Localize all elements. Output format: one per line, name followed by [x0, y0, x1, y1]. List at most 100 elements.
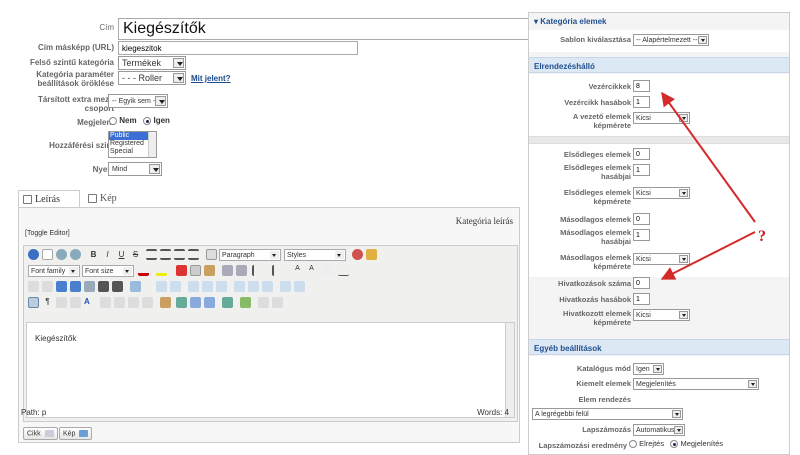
lead-img-select[interactable]: Kicsi: [633, 112, 690, 124]
split-cells-icon[interactable]: [280, 281, 291, 292]
numbered-list-icon[interactable]: [272, 265, 283, 276]
charmap-icon[interactable]: [322, 265, 333, 276]
lead-items-input[interactable]: [633, 80, 650, 92]
styles-select[interactable]: Styles: [284, 249, 346, 261]
what-does-it-mean-link[interactable]: Mit jelent?: [191, 74, 231, 83]
access-listbox[interactable]: Public Registered Special: [108, 131, 157, 158]
search-icon[interactable]: [98, 281, 109, 292]
ordering-select[interactable]: A legrégebbi felül: [532, 408, 683, 420]
row-props-icon[interactable]: [156, 281, 167, 292]
pagebreak-icon[interactable]: [272, 297, 283, 308]
links-img-select[interactable]: Kicsi: [633, 309, 690, 321]
primary-img-select[interactable]: Kicsi: [633, 187, 690, 199]
format-select[interactable]: Paragraph: [219, 249, 281, 261]
paste-word-icon[interactable]: [236, 265, 247, 276]
brush-icon[interactable]: [366, 249, 377, 260]
primary-items-input[interactable]: [633, 148, 650, 160]
delete-col-icon[interactable]: [262, 281, 273, 292]
font-size-select[interactable]: Font size: [82, 265, 134, 277]
catalog-mode-select[interactable]: Igen: [633, 363, 664, 375]
scrollbar[interactable]: [148, 132, 156, 157]
layer-icon[interactable]: [160, 297, 171, 308]
cite-icon[interactable]: [128, 297, 139, 308]
pagination-select[interactable]: Automatikus: [633, 424, 685, 436]
alias-input[interactable]: [118, 41, 358, 55]
redo-icon[interactable]: [70, 249, 81, 260]
print-icon[interactable]: [84, 281, 95, 292]
toggle-editor-link[interactable]: [Toggle Editor]: [25, 230, 70, 237]
fullscreen-icon[interactable]: [56, 281, 67, 292]
font-family-select[interactable]: Font family: [28, 265, 80, 277]
published-no-radio[interactable]: [109, 116, 117, 125]
help-icon[interactable]: [28, 249, 39, 260]
image-button[interactable]: Kép: [59, 427, 93, 440]
secondary-cols-input[interactable]: [633, 229, 650, 241]
template-select[interactable]: -- Alapértelmezett --: [633, 34, 709, 46]
abbr-icon[interactable]: A: [84, 297, 95, 308]
cleanup-icon[interactable]: [352, 249, 363, 260]
paste-text-icon[interactable]: [222, 265, 233, 276]
image-insert-icon[interactable]: [70, 297, 81, 308]
bold-button[interactable]: B: [88, 249, 99, 260]
align-center-icon[interactable]: [160, 249, 171, 260]
underline-button[interactable]: U: [116, 249, 127, 260]
italic-button[interactable]: I: [102, 249, 113, 260]
tab-image[interactable]: Kép: [84, 190, 124, 207]
pilcrow-icon[interactable]: ¶: [42, 297, 53, 308]
horizontal-rule-icon[interactable]: [338, 265, 349, 276]
featured-select[interactable]: Megjelenítés: [633, 378, 759, 390]
paste-icon[interactable]: [204, 265, 215, 276]
secondary-img-select[interactable]: Kicsi: [633, 253, 690, 265]
merge-cells-icon[interactable]: [294, 281, 305, 292]
parent-select[interactable]: Termékek: [118, 56, 186, 70]
strikethrough-button[interactable]: S: [130, 249, 141, 260]
param-inherit-select[interactable]: - - - Roller: [118, 71, 186, 85]
anchor-icon[interactable]: [176, 297, 187, 308]
replace-icon[interactable]: [112, 281, 123, 292]
pag-results-hide-radio[interactable]: [629, 440, 637, 449]
scrollbar[interactable]: [505, 323, 514, 417]
del-icon[interactable]: [114, 297, 125, 308]
align-justify-icon[interactable]: [188, 249, 199, 260]
link-icon[interactable]: [190, 297, 201, 308]
extra-group-select[interactable]: -- Egyik sem --: [108, 94, 168, 108]
paragraph-mark-icon[interactable]: [28, 281, 39, 292]
readmore-icon[interactable]: [258, 297, 269, 308]
ins-icon[interactable]: [100, 297, 111, 308]
links-input[interactable]: [633, 277, 650, 289]
align-right-icon[interactable]: [174, 249, 185, 260]
links-cols-input[interactable]: [633, 293, 650, 305]
highlight-color-icon[interactable]: [156, 265, 167, 276]
col-before-icon[interactable]: [234, 281, 245, 292]
editor-content[interactable]: Kiegészítők: [26, 322, 515, 418]
subscript-icon[interactable]: A: [292, 265, 303, 276]
spellcheck-icon[interactable]: [240, 297, 251, 308]
col-after-icon[interactable]: [248, 281, 259, 292]
cut-icon[interactable]: [176, 265, 187, 276]
blockquote-icon[interactable]: [206, 249, 217, 260]
published-yes-radio[interactable]: [143, 116, 152, 125]
new-document-icon[interactable]: [42, 249, 53, 260]
insert-table-icon[interactable]: [130, 281, 141, 292]
undo-icon[interactable]: [56, 249, 67, 260]
unlink-icon[interactable]: [204, 297, 215, 308]
cell-props-icon[interactable]: [170, 281, 181, 292]
pag-results-show-radio[interactable]: [670, 440, 679, 449]
lead-cols-input[interactable]: [633, 96, 650, 108]
align-left-icon[interactable]: [146, 249, 157, 260]
secondary-items-input[interactable]: [633, 213, 650, 225]
rtl-icon[interactable]: [42, 281, 53, 292]
media-icon[interactable]: [222, 297, 233, 308]
article-button[interactable]: Cikk: [23, 427, 58, 440]
preview-icon[interactable]: [70, 281, 81, 292]
delete-row-icon[interactable]: [216, 281, 227, 292]
template-icon[interactable]: [56, 297, 67, 308]
superscript-icon[interactable]: A: [306, 265, 317, 276]
row-after-icon[interactable]: [202, 281, 213, 292]
copy-icon[interactable]: [190, 265, 201, 276]
language-select[interactable]: Mind: [108, 162, 162, 176]
title-input[interactable]: [118, 18, 530, 40]
tab-description[interactable]: Leírás: [18, 190, 80, 207]
bullet-list-icon[interactable]: [252, 265, 263, 276]
acronym-icon[interactable]: [142, 297, 153, 308]
